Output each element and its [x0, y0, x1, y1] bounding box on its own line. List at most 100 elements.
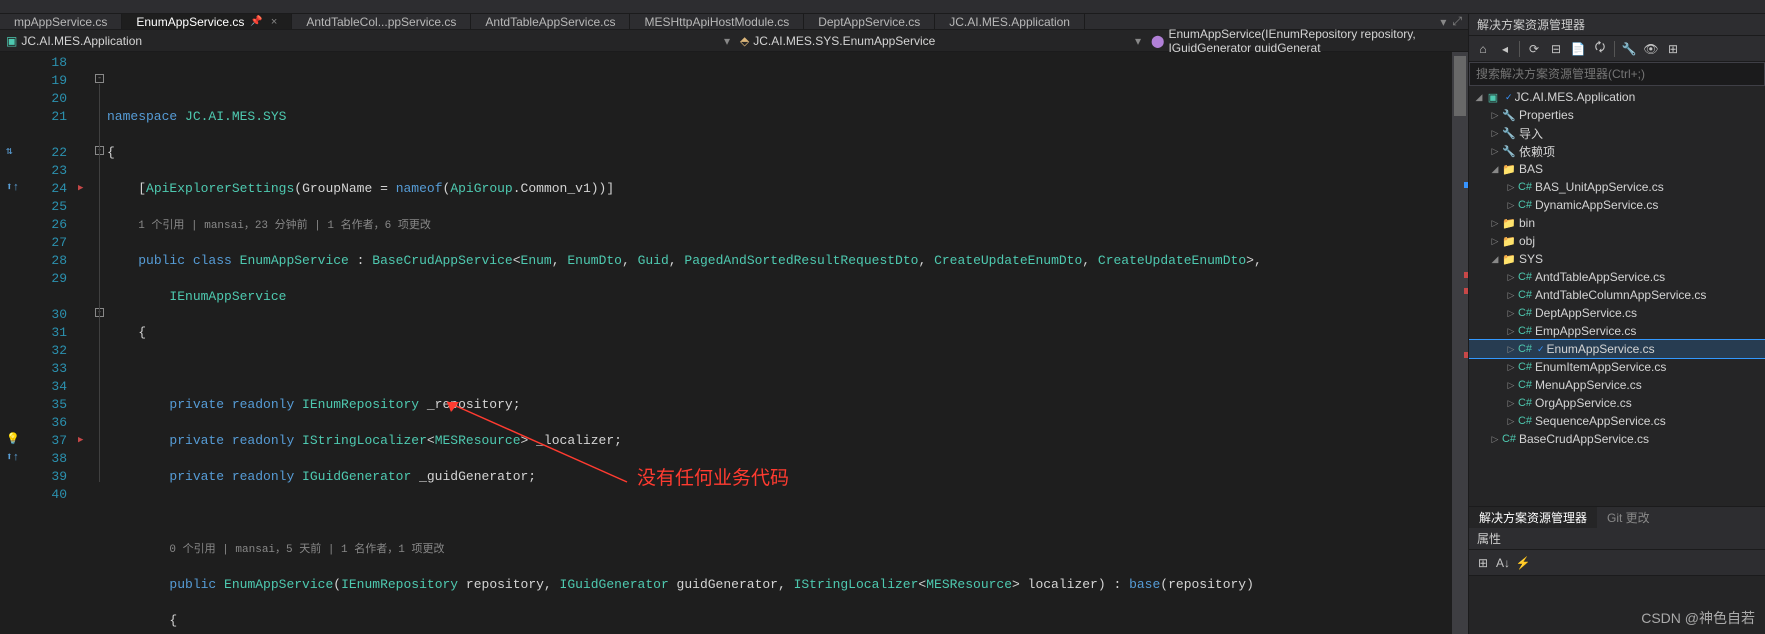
punct: >,	[1246, 253, 1262, 268]
events-icon[interactable]: ⚡	[1513, 553, 1533, 573]
back-icon[interactable]: ◂	[1495, 39, 1515, 59]
chevron-down-icon[interactable]: ▾	[1135, 34, 1145, 48]
tree-item[interactable]: ▷C#SequenceAppService.cs	[1469, 412, 1765, 430]
expand-icon[interactable]: ▷	[1505, 182, 1517, 193]
expand-icon[interactable]: ▷	[1505, 362, 1517, 373]
kw: class	[185, 253, 232, 268]
cs-icon: C#	[1517, 181, 1533, 193]
indicator-margin: ⇅ ⬆↑ 💡 ⬆↑	[0, 52, 30, 634]
reference-up-icon[interactable]: ⬆↑	[6, 180, 19, 194]
group-icon[interactable]: ⊞	[1663, 39, 1683, 59]
expand-icon[interactable]: ◢	[1489, 164, 1501, 175]
tree-item[interactable]: ▷📁bin	[1469, 214, 1765, 232]
expand-icon[interactable]: ▷	[1489, 110, 1501, 121]
pin-icon[interactable]: 📌	[250, 16, 262, 27]
expand-icon[interactable]: ▷	[1489, 434, 1501, 445]
tree-item-label: BaseCrudAppService.cs	[1519, 432, 1649, 446]
showall-icon[interactable]: 📄	[1568, 39, 1588, 59]
tree-item[interactable]: ▷C#✓EnumAppService.cs	[1469, 340, 1765, 358]
close-icon[interactable]: ×	[271, 16, 277, 28]
bookmark-icon[interactable]: ▶	[78, 183, 83, 193]
expand-icon[interactable]: ▷	[1489, 128, 1501, 139]
code-text[interactable]: namespace JC.AI.MES.SYS { [ApiExplorerSe…	[107, 52, 1452, 634]
expand-icon[interactable]: ▷	[1489, 236, 1501, 247]
punct: .Common_v1))]	[513, 181, 614, 196]
codelens[interactable]: 1 个引用 | mansai，23 分钟前 | 1 名作者，6 项更改	[138, 220, 431, 232]
tab-4[interactable]: MESHttpApiHostModule.cs	[630, 14, 804, 29]
tree-item[interactable]: ▷C#DeptAppService.cs	[1469, 304, 1765, 322]
prop-icon: 🔧	[1501, 109, 1517, 122]
expand-icon[interactable]: ▷	[1505, 398, 1517, 409]
tree-item[interactable]: ▷🔧依赖项	[1469, 142, 1765, 160]
tree-item[interactable]: ▷C#EmpAppService.cs	[1469, 322, 1765, 340]
tree-item[interactable]: ▷🔧导入	[1469, 124, 1765, 142]
expand-icon[interactable]: ◢	[1473, 92, 1485, 103]
alpha-sort-icon[interactable]: A↓	[1493, 553, 1513, 573]
categorize-icon[interactable]: ⊞	[1473, 553, 1493, 573]
bookmark-icon[interactable]: ▶	[78, 435, 83, 445]
kw: public	[138, 253, 185, 268]
tree-item[interactable]: ▷🔧Properties	[1469, 106, 1765, 124]
tree-item-label: DynamicAppService.cs	[1535, 198, 1658, 212]
solution-search-input[interactable]	[1469, 62, 1765, 86]
expand-icon[interactable]: ◢	[1489, 254, 1501, 265]
expand-icon[interactable]: ▷	[1505, 380, 1517, 391]
expand-icon[interactable]: ▷	[1505, 290, 1517, 301]
home-icon[interactable]: ⌂	[1473, 39, 1493, 59]
tree-item-label: EnumAppService.cs	[1547, 342, 1655, 356]
tab-solution-explorer[interactable]: 解决方案资源管理器	[1469, 507, 1597, 528]
tree-item[interactable]: ▷C#BaseCrudAppService.cs	[1469, 430, 1765, 448]
tree-item-label: AntdTableColumnAppService.cs	[1535, 288, 1706, 302]
git-status-icon: ✓	[1505, 92, 1513, 103]
breadcrumb-right[interactable]: ⬤ EnumAppService(IEnumRepository reposit…	[1145, 27, 1468, 55]
lightbulb-icon[interactable]: 💡	[6, 432, 20, 446]
tree-item-label: 依赖项	[1519, 143, 1555, 160]
tree-item[interactable]: ◢📁SYS	[1469, 250, 1765, 268]
tree-item[interactable]: ▷C#MenuAppService.cs	[1469, 376, 1765, 394]
expand-icon[interactable]: ▷	[1505, 344, 1517, 355]
tree-item-label: OrgAppService.cs	[1535, 396, 1632, 410]
expand-icon[interactable]: ▷	[1505, 272, 1517, 283]
refresh-icon[interactable]: 🗘	[1590, 39, 1610, 59]
cs-icon: C#	[1517, 379, 1533, 391]
tab-2[interactable]: AntdTableCol...ppService.cs	[292, 14, 471, 29]
tree-item[interactable]: ▷C#AntdTableAppService.cs	[1469, 268, 1765, 286]
expand-icon[interactable]: ▷	[1489, 218, 1501, 229]
tree-item[interactable]: ▷C#AntdTableColumnAppService.cs	[1469, 286, 1765, 304]
collapse-icon[interactable]: ⊟	[1546, 39, 1566, 59]
tab-5[interactable]: DeptAppService.cs	[804, 14, 935, 29]
tree-item[interactable]: ▷C#BAS_UnitAppService.cs	[1469, 178, 1765, 196]
tree-item[interactable]: ◢📁BAS	[1469, 160, 1765, 178]
expand-icon[interactable]: ▷	[1505, 200, 1517, 211]
breadcrumb-mid[interactable]: ⬘ JC.AI.MES.SYS.EnumAppService ▾	[734, 34, 1145, 48]
tree-item-label: SequenceAppService.cs	[1535, 414, 1666, 428]
tab-3[interactable]: AntdTableAppService.cs	[471, 14, 630, 29]
chevron-down-icon[interactable]: ▾	[724, 34, 734, 48]
tree-item[interactable]: ▷📁obj	[1469, 232, 1765, 250]
reference-up-icon[interactable]: ⬆↑	[6, 450, 19, 464]
tab-6[interactable]: JC.AI.MES.Application	[935, 14, 1085, 29]
expand-icon[interactable]: ▷	[1505, 326, 1517, 337]
sync-icon[interactable]: ⟳	[1524, 39, 1544, 59]
tree-item[interactable]: ▷C#DynamicAppService.cs	[1469, 196, 1765, 214]
breadcrumb-left[interactable]: ▣ JC.AI.MES.Application ▾	[0, 34, 734, 48]
cs-icon: C#	[1517, 343, 1533, 355]
expand-icon[interactable]: ▷	[1489, 146, 1501, 157]
expand-icon[interactable]: ▷	[1505, 416, 1517, 427]
tree-item[interactable]: ▷C#EnumItemAppService.cs	[1469, 358, 1765, 376]
tree-item-label: BAS	[1519, 162, 1543, 176]
vertical-scrollbar[interactable]	[1452, 52, 1468, 634]
fold-toggle[interactable]: -	[95, 74, 104, 83]
codelens[interactable]: 0 个引用 | mansai，5 天前 | 1 名作者，1 项更改	[169, 544, 444, 556]
reference-icon[interactable]: ⇅	[6, 144, 13, 158]
properties-icon[interactable]: 🔧	[1619, 39, 1639, 59]
tree-item[interactable]: ◢▣✓JC.AI.MES.Application	[1469, 88, 1765, 106]
tab-0[interactable]: mpAppService.cs	[0, 14, 122, 29]
tab-git-changes[interactable]: Git 更改	[1597, 507, 1660, 528]
expand-icon[interactable]: ▷	[1505, 308, 1517, 319]
param: repository,	[458, 577, 559, 592]
preview-icon[interactable]: 👁	[1641, 39, 1661, 59]
tree-item[interactable]: ▷C#OrgAppService.cs	[1469, 394, 1765, 412]
proj-icon: ▣	[1485, 91, 1501, 104]
tab-1[interactable]: EnumAppService.cs📌×	[122, 14, 292, 29]
